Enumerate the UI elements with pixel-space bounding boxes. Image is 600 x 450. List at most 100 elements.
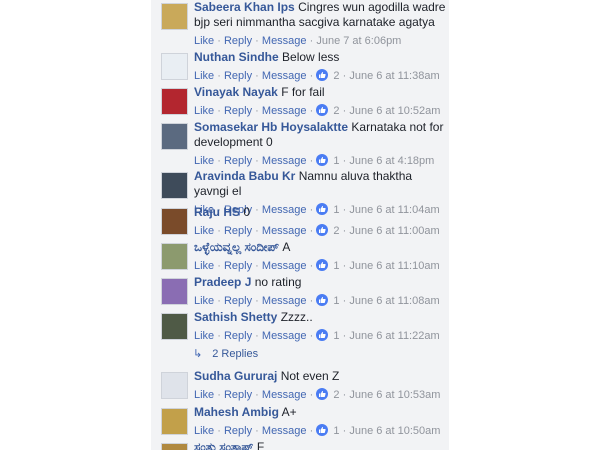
thumbs-up-icon — [316, 69, 329, 81]
comment-time[interactable]: June 6 at 11:22am — [349, 330, 439, 342]
thumbs-up-icon — [316, 294, 329, 306]
like-link[interactable]: Like — [194, 70, 214, 82]
comment-author[interactable]: ಸಂತು ಸಂತಾಷ್ — [194, 440, 254, 450]
comment-actions: Like · Reply · Message · 1 · June 6 at 1… — [194, 259, 440, 272]
comment-text: Zzzz.. — [280, 310, 313, 324]
comment-actions: Like · Reply · Message · 2 · June 6 at 1… — [194, 104, 441, 117]
like-link[interactable]: Like — [194, 105, 214, 117]
comment-text: Below less — [282, 50, 340, 64]
like-count[interactable]: 1 — [333, 295, 339, 307]
reply-link[interactable]: Reply — [224, 260, 252, 272]
comment-text: F for fail — [281, 85, 325, 99]
comment-time[interactable]: June 6 at 10:53am — [349, 389, 440, 401]
reply-link[interactable]: Reply — [224, 225, 252, 237]
like-link[interactable]: Like — [194, 425, 214, 437]
view-replies-link[interactable]: ↳ 2 Replies — [193, 347, 258, 360]
comment-time[interactable]: June 6 at 11:00am — [349, 225, 439, 237]
comment-actions: Like · Reply · Message · 2 · June 6 at 1… — [194, 69, 440, 82]
comment-actions: Like · Reply · Message · 2 · June 6 at 1… — [194, 388, 441, 401]
like-link[interactable]: Like — [194, 35, 214, 47]
comment-actions: Like · Reply · Message · 1 · June 6 at 1… — [194, 329, 440, 342]
comment-time[interactable]: June 6 at 10:50am — [349, 425, 440, 437]
message-link[interactable]: Message — [262, 105, 307, 117]
like-link[interactable]: Like — [194, 225, 214, 237]
reply-arrow-icon: ↳ — [193, 348, 203, 360]
comment-time[interactable]: June 6 at 11:10am — [349, 260, 439, 272]
comment-author[interactable]: Sudha Gururaj — [194, 369, 277, 383]
message-link[interactable]: Message — [262, 35, 307, 47]
reply-link[interactable]: Reply — [224, 295, 252, 307]
comment-author[interactable]: Nuthan Sindhe — [194, 50, 279, 64]
comment-actions: Like · Reply · Message · 2 · June 6 at 1… — [194, 224, 440, 237]
comment-author[interactable]: Somasekar Hb Hoysalaktte — [194, 120, 348, 134]
thumbs-up-icon — [316, 329, 329, 341]
message-link[interactable]: Message — [262, 260, 307, 272]
comment-time[interactable]: June 6 at 11:38am — [349, 70, 439, 82]
like-count[interactable]: 2 — [333, 389, 339, 401]
person-avatar[interactable] — [161, 313, 188, 340]
message-link[interactable]: Message — [262, 389, 307, 401]
comment-author[interactable]: ಒಳ್ಳೆಯವ್ನಲ್ಲ ಸಂದೀಪ್ — [194, 240, 279, 254]
comment-text: A+ — [281, 405, 297, 419]
comment-time[interactable]: June 6 at 4:18pm — [349, 155, 434, 167]
comment-text: F — [256, 440, 265, 450]
like-count[interactable]: 1 — [333, 260, 339, 272]
thumbs-up-icon — [316, 154, 329, 166]
comment-author[interactable]: Mahesh Ambig — [194, 405, 279, 419]
car-avatar[interactable] — [161, 88, 188, 115]
comment-actions: Like · Reply · Message · 1 · June 6 at 4… — [194, 154, 435, 167]
thumbs-up-icon — [316, 259, 329, 271]
message-link[interactable]: Message — [262, 155, 307, 167]
reply-link[interactable]: Reply — [224, 35, 252, 47]
message-link[interactable]: Message — [262, 330, 307, 342]
message-link[interactable]: Message — [262, 225, 307, 237]
replies-count[interactable]: 2 Replies — [212, 348, 258, 360]
person-avatar[interactable] — [161, 443, 188, 450]
person-avatar[interactable] — [161, 208, 188, 235]
reply-link[interactable]: Reply — [224, 105, 252, 117]
like-link[interactable]: Like — [194, 389, 214, 401]
message-link[interactable]: Message — [262, 425, 307, 437]
message-link[interactable]: Message — [262, 295, 307, 307]
like-count[interactable]: 2 — [333, 105, 339, 117]
reply-link[interactable]: Reply — [224, 330, 252, 342]
group-photo-avatar[interactable] — [161, 3, 188, 30]
bike-avatar[interactable] — [161, 172, 188, 199]
like-count[interactable]: 1 — [333, 155, 339, 167]
like-count[interactable]: 1 — [333, 330, 339, 342]
person-avatar[interactable] — [161, 243, 188, 270]
person-avatar[interactable] — [161, 408, 188, 435]
reply-link[interactable]: Reply — [224, 70, 252, 82]
like-link[interactable]: Like — [194, 330, 214, 342]
like-count[interactable]: 1 — [333, 425, 339, 437]
comment-author[interactable]: Vinayak Nayak — [194, 85, 278, 99]
comment-time[interactable]: June 7 at 6:06pm — [316, 35, 401, 47]
reply-link[interactable]: Reply — [224, 425, 252, 437]
message-link[interactable]: Message — [262, 70, 307, 82]
group-photo-avatar[interactable] — [161, 278, 188, 305]
comment-actions: Like · Reply · Message · 1 · June 6 at 1… — [194, 294, 440, 307]
comment-time[interactable]: June 6 at 11:08am — [349, 295, 439, 307]
comment-author[interactable]: Aravinda Babu Kr — [194, 169, 295, 183]
reply-link[interactable]: Reply — [224, 155, 252, 167]
comment-time[interactable]: June 6 at 10:52am — [349, 105, 440, 117]
comment-text: A — [282, 240, 291, 254]
comment-author[interactable]: Pradeep J — [194, 275, 251, 289]
like-link[interactable]: Like — [194, 155, 214, 167]
like-count[interactable]: 2 — [333, 225, 339, 237]
comment-actions: Like · Reply · Message · June 7 at 6:06p… — [194, 35, 402, 47]
comment-author[interactable]: Sathish Shetty — [194, 310, 277, 324]
thumbs-up-icon — [316, 388, 329, 400]
like-count[interactable]: 2 — [333, 70, 339, 82]
car-avatar[interactable] — [161, 123, 188, 150]
comment-text: 0 — [243, 205, 251, 219]
thumbs-up-icon — [316, 224, 329, 236]
like-link[interactable]: Like — [194, 260, 214, 272]
person-avatar[interactable] — [161, 53, 188, 80]
default-avatar[interactable] — [161, 372, 188, 399]
comment-author[interactable]: Raju HS — [194, 205, 240, 219]
comment-author[interactable]: Sabeera Khan Ips — [194, 0, 295, 14]
comment-text: no rating — [254, 275, 302, 289]
like-link[interactable]: Like — [194, 295, 214, 307]
reply-link[interactable]: Reply — [224, 389, 252, 401]
